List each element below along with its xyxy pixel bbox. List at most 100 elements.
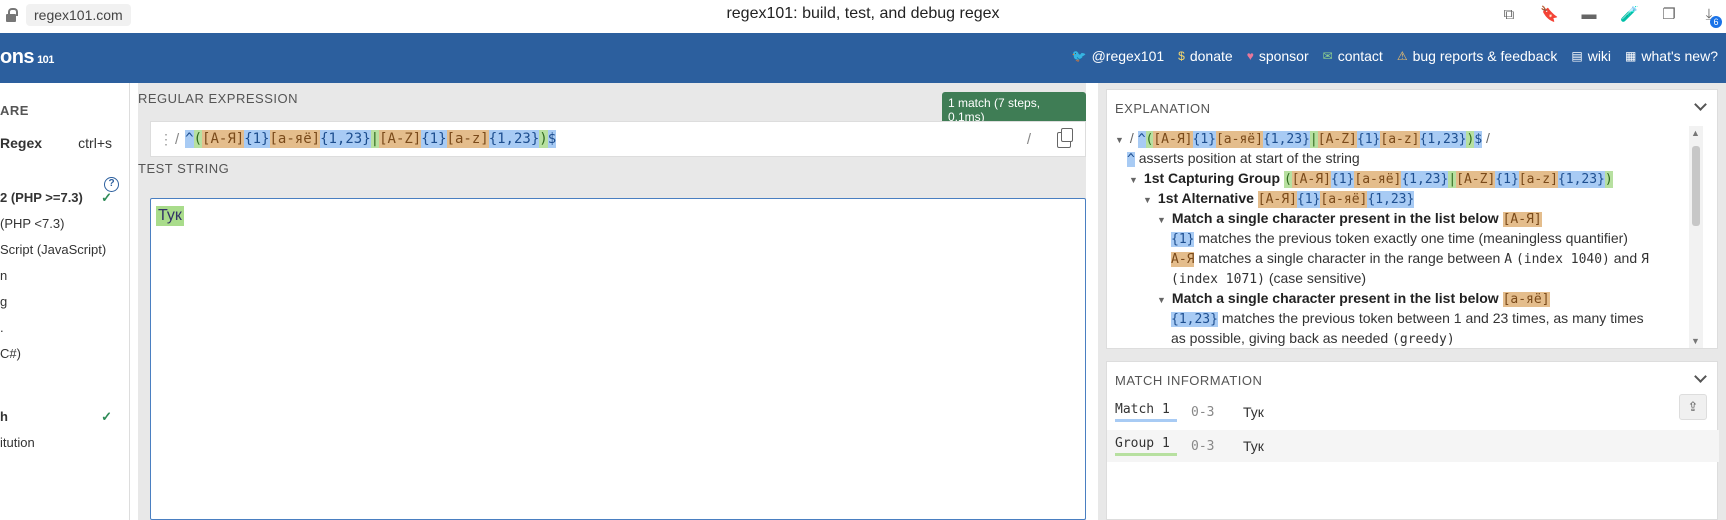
header-link-news[interactable]: ▦ what's new? bbox=[1625, 48, 1718, 64]
header-link-label: contact bbox=[1337, 48, 1383, 64]
group-code: ([А-Я]{1}[а-яё]{1,23}|[A-Z]{1}[a-z]{1,23… bbox=[1283, 171, 1613, 188]
anchor-token: ^ bbox=[1127, 152, 1135, 167]
class2-code: [а-яё] bbox=[1502, 292, 1550, 307]
explanation-token-group: ( bbox=[1283, 171, 1292, 188]
download-icon[interactable]: ⤓ 6 bbox=[1700, 6, 1722, 28]
mail-icon: ✉ bbox=[1322, 49, 1333, 63]
sidebar-item-label: . bbox=[0, 320, 4, 335]
sidebar-item-label: n bbox=[0, 268, 8, 283]
dollar-icon: $ bbox=[1178, 49, 1185, 63]
copy-icon[interactable] bbox=[1057, 128, 1073, 148]
sidebar-item-label: Script (JavaScript) bbox=[0, 242, 107, 257]
regex-token-class: [A-Z] bbox=[379, 130, 422, 148]
save-regex-button[interactable]: Regex ctrl+s bbox=[0, 135, 112, 151]
sidebar-item-flavor[interactable]: g bbox=[0, 294, 112, 309]
header-nav: 🐦 @regex101 $ donate ♥ sponsor ✉ contact ⚠ bug re… bbox=[1072, 48, 1718, 64]
explanation-root: ▼ / ^([А-Я]{1}[а-яё]{1,23}|[A-Z]{1}[a-z]{… bbox=[1115, 130, 1490, 148]
header-link-twitter[interactable]: 🐦 @regex101 bbox=[1072, 48, 1165, 64]
sidebar-item-function[interactable]: h ✓ bbox=[0, 409, 112, 425]
extension-avatar-icon[interactable]: 🧪 bbox=[1620, 6, 1639, 24]
explanation-quant2-line: {1,23} matches the previous token betwee… bbox=[1171, 310, 1644, 327]
regex-token-class: [А-Я] bbox=[202, 130, 245, 148]
wiki-icon: ▤ bbox=[1571, 49, 1583, 63]
test-string-input[interactable]: Тук bbox=[150, 198, 1086, 520]
reader-mode-icon[interactable]: ⧉ bbox=[1500, 6, 1518, 24]
explanation-token-class: [a-z] bbox=[1380, 131, 1420, 148]
heart-icon: ♥ bbox=[1246, 49, 1254, 63]
explanation-quant1-line: {1} matches the previous token exactly o… bbox=[1171, 230, 1628, 247]
left-sidebar: ARE Regex ctrl+s ? 2 (PHP >=7.3) ✓ (PHP <7… bbox=[0, 83, 130, 520]
header-link-mail[interactable]: ✉ contact bbox=[1323, 48, 1383, 64]
bookmark-icon[interactable]: 🔖 bbox=[1540, 6, 1559, 24]
explanation-token-class: [A-Z] bbox=[1456, 171, 1496, 188]
range1-index1: (index 1040) bbox=[1515, 252, 1610, 267]
explanation-token-quant: {1,23} bbox=[1262, 131, 1310, 148]
scroll-thumb[interactable] bbox=[1692, 146, 1700, 226]
regex-pattern[interactable]: ^([А-Я]{1}[а-яё]{1,23}|[A-Z]{1}[a-z]{1,2… bbox=[185, 130, 557, 148]
editor-area: REGULAR EXPRESSION 1 match (7 steps, 0.1… bbox=[138, 83, 1086, 520]
site-logo[interactable]: ons 101 bbox=[0, 46, 54, 69]
tree-toggle-icon[interactable]: ▼ bbox=[1129, 175, 1138, 185]
download-badge: 6 bbox=[1710, 16, 1722, 28]
match-range: 0-3 bbox=[1191, 404, 1215, 420]
header-link-wiki[interactable]: ▤ wiki bbox=[1571, 48, 1611, 64]
sidebar-item-flavor[interactable]: Script (JavaScript) bbox=[0, 242, 112, 257]
extension-icon[interactable]: ▬ bbox=[1580, 6, 1598, 24]
match-row[interactable]: Match 1 0-3 Тук bbox=[1107, 396, 1719, 428]
scroll-up-icon[interactable]: ▲ bbox=[1691, 128, 1700, 138]
explanation-token-quant: {1} bbox=[1495, 171, 1519, 188]
header-link-heart[interactable]: ♥ sponsor bbox=[1247, 48, 1309, 64]
header-link-label: wiki bbox=[1587, 48, 1612, 64]
header-link-dollar[interactable]: $ donate bbox=[1178, 48, 1233, 64]
collapse-chevron-icon[interactable] bbox=[1694, 98, 1707, 111]
quant2-code: {1,23} bbox=[1171, 312, 1218, 327]
sidebar-item-function[interactable]: itution bbox=[0, 435, 112, 450]
collapse-chevron-icon[interactable] bbox=[1694, 370, 1707, 383]
header-link-label: sponsor bbox=[1258, 48, 1309, 64]
range1-and: and bbox=[1613, 250, 1638, 266]
sidebar-item-flavor[interactable]: n bbox=[0, 268, 112, 283]
greedy-code: (greedy) bbox=[1392, 332, 1455, 347]
explanation-range1-line: А-Я matches a single character in the ra… bbox=[1171, 250, 1649, 267]
site-header: ons 101 🐦 @regex101 $ donate ♥ sponsor ✉ contact… bbox=[0, 33, 1726, 83]
twitter-icon: 🐦 bbox=[1071, 49, 1087, 63]
explanation-token-alt: | bbox=[1448, 171, 1457, 188]
header-link-label: bug reports & feedback bbox=[1412, 48, 1558, 64]
explanation-token-anchor: $ bbox=[1474, 131, 1483, 148]
collections-icon[interactable]: ❐ bbox=[1660, 6, 1678, 24]
scroll-down-icon[interactable]: ▼ bbox=[1691, 336, 1700, 346]
sidebar-item-flavor[interactable]: (PHP <7.3) bbox=[0, 216, 112, 231]
alternative-code: [А-Я]{1}[а-яё]{1,23} bbox=[1257, 191, 1415, 208]
quant2-description-cont: as possible, giving back as needed bbox=[1171, 330, 1389, 346]
header-link-warning[interactable]: ⚠ bug reports & feedback bbox=[1397, 48, 1558, 64]
explanation-scrollbar[interactable]: ▲ ▼ bbox=[1689, 126, 1703, 348]
range1-index2: (index 1071) bbox=[1171, 272, 1265, 287]
tree-toggle-icon[interactable]: ▼ bbox=[1115, 135, 1124, 145]
tree-toggle-icon[interactable]: ▼ bbox=[1157, 215, 1166, 225]
class1-code: [А-Я] bbox=[1502, 212, 1542, 227]
explanation-token-quant: {1,23} bbox=[1367, 191, 1415, 208]
regex-token-quant: {1,23} bbox=[320, 130, 371, 148]
sidebar-item-flavor[interactable]: C#) bbox=[0, 346, 112, 361]
explanation-range1-cont: (index 1071) (case sensitive) bbox=[1171, 270, 1366, 287]
explanation-alternative-line: ▼ 1st Alternative [А-Я]{1}[а-яё]{1,23} bbox=[1143, 190, 1415, 208]
right-panel: EXPLANATION ▼ / ^([А-Я]{1}[а-яё]{1,23}|[A… bbox=[1098, 83, 1726, 520]
sidebar-item-flavor[interactable]: 2 (PHP >=7.3) ✓ bbox=[0, 190, 112, 206]
explanation-token-class: [а-яё] bbox=[1320, 191, 1368, 208]
match-info-title: MATCH INFORMATION bbox=[1115, 373, 1263, 388]
regex-input[interactable]: ⋮ / ^([А-Я]{1}[а-яё]{1,23}|[A-Z]{1}[a-z]… bbox=[150, 121, 1086, 157]
regex-end-delimiter[interactable]: / bbox=[1027, 131, 1031, 148]
tree-toggle-icon[interactable]: ▼ bbox=[1157, 295, 1166, 305]
tree-toggle-icon[interactable]: ▼ bbox=[1143, 195, 1152, 205]
explanation-token-quant: {1,23} bbox=[1557, 171, 1605, 188]
explanation-class1-line: ▼ Match a single character present in the… bbox=[1157, 210, 1542, 227]
drag-handle-icon[interactable]: ⋮ bbox=[159, 131, 173, 148]
match-row[interactable]: Group 1 0-3 Тук bbox=[1107, 430, 1719, 462]
sidebar-item-flavor[interactable]: . bbox=[0, 320, 112, 335]
explanation-tree: ▼ / ^([А-Я]{1}[а-яё]{1,23}|[A-Z]{1}[a-z]{… bbox=[1107, 126, 1705, 348]
regex-token-group: ( bbox=[193, 130, 203, 148]
match-range: 0-3 bbox=[1191, 438, 1215, 454]
explanation-token-class: [а-яё] bbox=[1215, 131, 1263, 148]
test-string-match: Тук bbox=[156, 206, 184, 226]
explanation-class2-line: ▼ Match a single character present in the… bbox=[1157, 290, 1550, 307]
